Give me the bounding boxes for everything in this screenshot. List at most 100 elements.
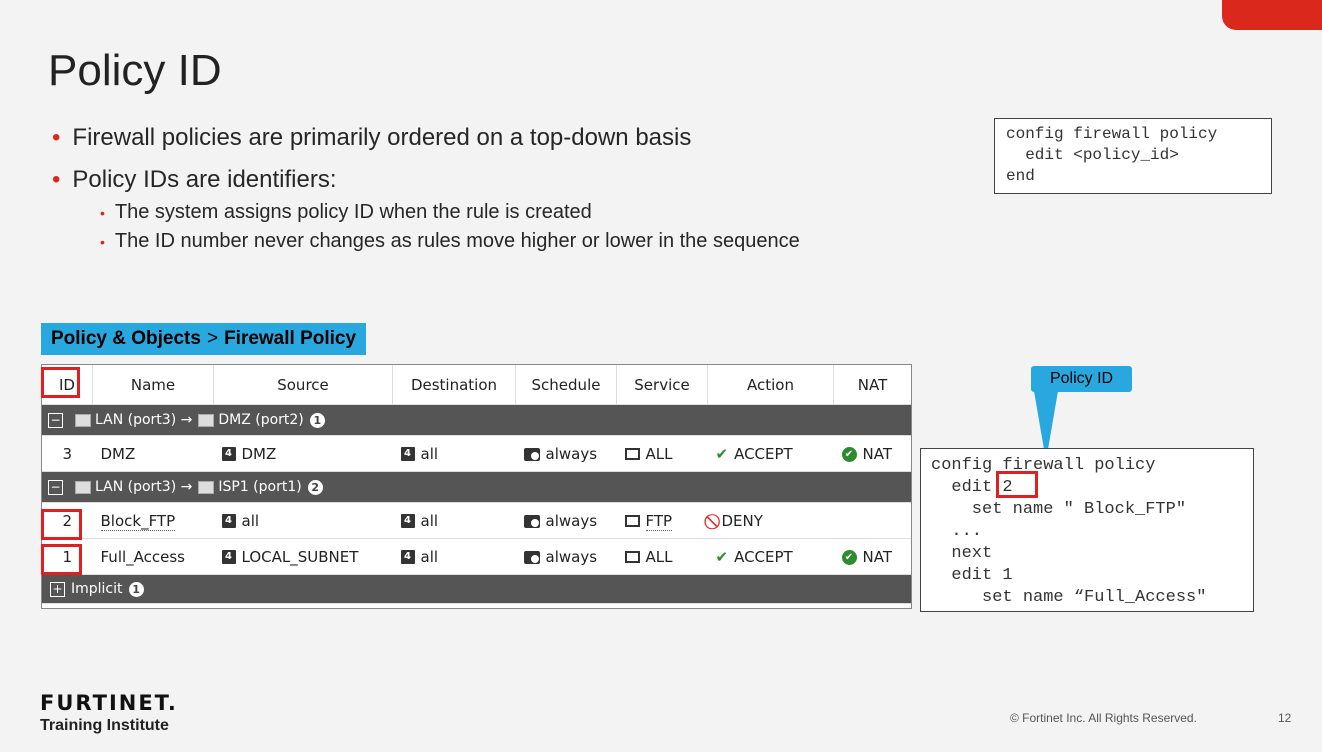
id-2-highlight	[41, 509, 82, 540]
column-header-nat[interactable]: NAT	[833, 365, 911, 405]
group-from-interface: LAN (port3)	[95, 412, 177, 428]
id-1-highlight	[41, 544, 82, 575]
breadcrumb-page[interactable]: Firewall Policy	[224, 328, 356, 350]
bullet-dot-icon: •	[100, 204, 105, 221]
slide-title: Policy ID	[48, 46, 222, 95]
breadcrumb-separator: >	[206, 328, 219, 349]
source-cell: 4 all	[213, 502, 393, 539]
schedule-icon	[523, 447, 540, 461]
bullet-text: Policy IDs are identifiers:	[72, 166, 337, 193]
nat-cell: ✔ NAT	[833, 435, 911, 472]
group-count-badge: 2	[307, 479, 323, 495]
nat-value: NAT	[862, 444, 892, 463]
column-header-service[interactable]: Service	[616, 365, 708, 405]
policy-name-cell: DMZ	[92, 435, 214, 472]
logo-wordmark: FURTINET.	[40, 691, 178, 715]
service-icon	[624, 448, 640, 460]
bullet-dot-icon: •	[100, 233, 105, 250]
column-header-source[interactable]: Source	[213, 365, 393, 405]
destination-value: all	[420, 547, 439, 566]
destination-cell: 4 all	[392, 435, 516, 472]
schedule-cell: always	[515, 538, 617, 575]
policy-name-value: Block_FTP	[100, 511, 176, 531]
edit-2-highlight	[996, 471, 1038, 498]
address-icon: 4	[221, 514, 236, 528]
implicit-label: Implicit	[71, 581, 123, 597]
group-from-interface: LAN (port3)	[95, 479, 177, 495]
cli-code-block-bottom: config firewall policy edit 2 set name "…	[920, 448, 1254, 612]
column-header-action[interactable]: Action	[707, 365, 834, 405]
expand-icon[interactable]: +	[50, 581, 65, 597]
table-row[interactable]: 1 Full_Access 4 LOCAL_SUBNET 4 all always …	[42, 538, 911, 575]
schedule-value: always	[545, 444, 598, 463]
address-icon: 4	[400, 447, 415, 461]
bullet-dot-icon: •	[52, 166, 61, 193]
source-value: LOCAL_SUBNET	[241, 547, 359, 566]
schedule-value: always	[545, 511, 598, 530]
table-row[interactable]: 3 DMZ 4 DMZ 4 all always ALL ✔ ACCEPT ✔ NAT	[42, 435, 911, 472]
column-header-destination[interactable]: Destination	[392, 365, 516, 405]
policy-group-row[interactable]: − LAN (port3) → ISP1 (port1) 2	[42, 471, 911, 503]
service-icon	[624, 515, 640, 527]
service-value: FTP	[645, 511, 673, 531]
bullet-item: • Policy IDs are identifiers:	[52, 162, 800, 198]
address-icon: 4	[400, 514, 415, 528]
check-circle-icon: ✔	[841, 446, 857, 462]
service-cell: ALL	[616, 538, 708, 575]
sub-bullet-item: • The ID number never changes as rules mo…	[52, 227, 800, 256]
corner-tab	[1222, 0, 1322, 30]
bullet-text: The ID number never changes as rules mov…	[114, 230, 800, 252]
checkmark-icon: ✔	[715, 444, 729, 463]
destination-cell: 4 all	[392, 502, 516, 539]
schedule-value: always	[545, 547, 598, 566]
policy-group-row[interactable]: − LAN (port3) → DMZ (port2) 1	[42, 404, 911, 436]
policy-name-cell: Block_FTP	[92, 502, 214, 539]
action-value: ACCEPT	[734, 444, 793, 463]
table-header-row: ID Name Source Destination Schedule Serv…	[42, 365, 911, 405]
bullet-item: • Firewall policies are primarily ordered…	[52, 120, 800, 156]
schedule-cell: always	[515, 502, 617, 539]
action-value: ACCEPT	[734, 547, 793, 566]
nat-cell	[833, 502, 911, 539]
page-number: 12	[1278, 711, 1292, 725]
schedule-icon	[523, 514, 540, 528]
group-to-interface: DMZ (port2)	[218, 412, 304, 428]
address-icon: 4	[400, 550, 415, 564]
column-header-schedule[interactable]: Schedule	[515, 365, 617, 405]
nat-value: NAT	[862, 547, 892, 566]
source-value: DMZ	[241, 444, 277, 463]
implicit-group-row[interactable]: + Implicit 1	[42, 574, 911, 604]
source-cell: 4 LOCAL_SUBNET	[213, 538, 393, 575]
checkmark-icon: ✔	[715, 547, 729, 566]
destination-cell: 4 all	[392, 538, 516, 575]
action-cell: ✔ ACCEPT	[707, 435, 834, 472]
column-header-name[interactable]: Name	[92, 365, 214, 405]
destination-value: all	[420, 511, 439, 530]
fortinet-logo: FURTINET. Training Institute	[40, 691, 178, 735]
port-icon	[75, 413, 91, 427]
breadcrumb: Policy & Objects > Firewall Policy	[41, 323, 367, 355]
breadcrumb-section[interactable]: Policy & Objects	[51, 328, 201, 350]
group-count-badge: 1	[309, 412, 325, 428]
bullet-dot-icon: •	[52, 124, 61, 151]
bullet-text: The system assigns policy ID when the ru…	[114, 201, 592, 223]
schedule-cell: always	[515, 435, 617, 472]
check-circle-icon: ✔	[841, 549, 857, 565]
service-cell: ALL	[616, 435, 708, 472]
collapse-icon[interactable]: −	[48, 479, 63, 495]
address-icon: 4	[221, 550, 236, 564]
nat-cell: ✔ NAT	[833, 538, 911, 575]
sub-bullet-item: • The system assigns policy ID when the r…	[52, 198, 800, 227]
arrow-icon: →	[180, 412, 193, 428]
group-to-interface: ISP1 (port1)	[218, 479, 302, 495]
collapse-icon[interactable]: −	[48, 412, 63, 428]
schedule-icon	[523, 550, 540, 564]
group-count-badge: 1	[128, 581, 144, 597]
bullet-list: • Firewall policies are primarily ordered…	[52, 120, 800, 256]
action-cell: ✔ ACCEPT	[707, 538, 834, 575]
firewall-policy-table: ID Name Source Destination Schedule Serv…	[41, 364, 912, 609]
policy-name-cell: Full_Access	[92, 538, 214, 575]
destination-value: all	[420, 444, 439, 463]
table-row[interactable]: 2 Block_FTP 4all 4all always FTP ⃠DENY	[42, 502, 911, 539]
cli-code-block-top: config firewall policy edit <policy_id> …	[994, 118, 1272, 194]
